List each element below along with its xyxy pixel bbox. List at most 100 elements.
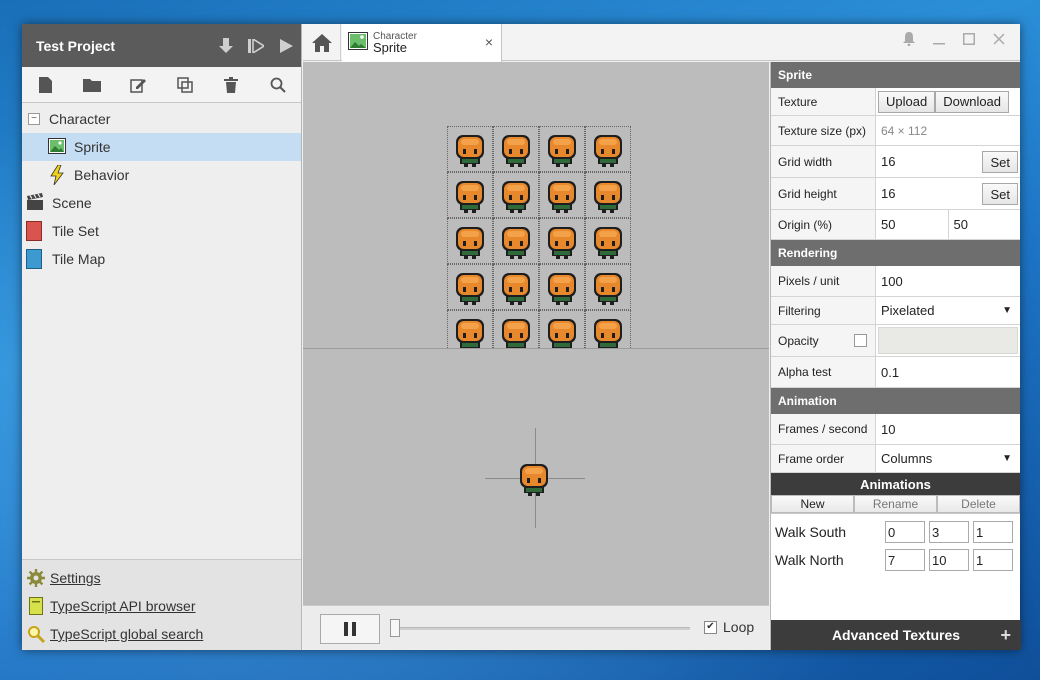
grid-height-field[interactable]: 16 Set [876,178,1020,209]
global-search-link-row[interactable]: TypeScript global search [22,620,301,648]
tab-title: Sprite [373,40,407,55]
tab-sprite[interactable]: Character Sprite × [342,24,502,62]
pause-icon [344,622,356,636]
animation-section-header: Animation [771,388,1020,414]
global-search-link[interactable]: TypeScript global search [50,626,203,642]
tree-item-sprite[interactable]: Sprite [22,133,301,161]
playback-bar: ✔ Loop [303,605,769,650]
download-button[interactable]: Download [935,90,1010,113]
sprite-frame [539,310,585,348]
frame-slider-thumb[interactable] [390,619,400,637]
search-icon[interactable] [263,70,293,100]
api-browser-link-row[interactable]: TypeScript API browser [22,592,301,620]
filtering-value: Pixelated [881,303,935,318]
animation-start-field[interactable]: 0 [885,521,925,543]
filtering-label: Filtering [771,297,876,324]
grid-width-field[interactable]: 16 Set [876,146,1020,177]
frame-order-select[interactable]: Columns ▼ [876,445,1020,472]
list-item[interactable]: Walk South 0 3 1 [771,518,1020,546]
animation-step-field[interactable]: 1 [973,521,1013,543]
magnifier-icon [26,624,46,644]
sidebar-links: Settings TypeScript API browser TypeScri… [22,559,301,650]
dropdown-arrow-icon: ▼ [1002,305,1012,316]
ppu-label: Pixels / unit [771,266,876,296]
collapse-icon[interactable]: − [28,113,40,125]
properties-panel: Sprite Texture Upload Download Texture s… [770,62,1021,650]
loop-checkbox[interactable]: ✔ [704,620,717,634]
animation-end-field[interactable]: 10 [929,549,969,571]
sprite-frame [585,218,631,264]
sprite-frame [447,310,493,348]
opacity-row: Opacity [771,325,1020,357]
tree-item-tilemap[interactable]: Tile Map [22,245,301,273]
sprite-icon [48,137,66,157]
plus-icon[interactable]: + [1000,625,1011,646]
origin-label: Origin (%) [771,210,876,239]
debug-run-icon[interactable] [241,24,271,67]
sprite-frame [493,126,539,172]
trash-icon[interactable] [216,70,246,100]
origin-y-field[interactable]: 50 [947,210,1021,239]
advanced-textures-header[interactable]: Advanced Textures + [771,620,1021,650]
origin-x-field[interactable]: 50 [881,210,948,239]
new-asset-icon[interactable] [30,70,60,100]
list-item[interactable]: Walk North 7 10 1 [771,546,1020,574]
filtering-select[interactable]: Pixelated ▼ [876,297,1020,324]
alpha-test-label: Alpha test [771,357,876,387]
bell-icon[interactable] [894,24,924,54]
window-controls [894,24,1014,54]
minimize-icon[interactable] [924,24,954,54]
settings-link[interactable]: Settings [50,570,101,586]
texture-size-row: Texture size (px) 64 × 112 [771,116,1020,146]
spritesheet-view[interactable] [303,62,769,349]
window-close-icon[interactable] [984,24,1014,54]
grid-height-set-button[interactable]: Set [982,183,1018,205]
animation-start-field[interactable]: 7 [885,549,925,571]
lightning-icon [48,164,66,186]
grid-height-value: 16 [881,186,896,201]
grid-width-set-button[interactable]: Set [982,151,1018,173]
fps-field[interactable]: 10 [876,414,1020,444]
opacity-checkbox[interactable] [854,334,867,347]
sprite-frame [493,218,539,264]
gear-icon [26,568,46,588]
animation-step-field[interactable]: 1 [973,549,1013,571]
sprite-frame [493,172,539,218]
animation-end-field[interactable]: 3 [929,521,969,543]
api-browser-link[interactable]: TypeScript API browser [50,598,196,614]
animation-name[interactable]: Walk South [775,524,885,540]
new-animation-button[interactable]: New [771,495,854,513]
close-icon[interactable]: × [485,34,493,50]
grid-width-label: Grid width [771,146,876,177]
duplicate-icon[interactable] [170,70,200,100]
upload-button[interactable]: Upload [878,90,936,113]
new-folder-icon[interactable] [77,70,107,100]
frame-slider-track[interactable] [395,627,690,630]
origin-fields: 50 50 [876,210,1020,239]
loop-toggle[interactable]: ✔ Loop [704,619,754,635]
fps-row: Frames / second 10 [771,414,1020,445]
clapperboard-icon [26,193,44,213]
alpha-test-field[interactable]: 0.1 [876,357,1020,387]
home-button[interactable] [303,24,341,61]
rename-animation-button[interactable]: Rename [854,495,937,513]
tileset-icon [26,221,44,241]
rename-icon[interactable] [123,70,153,100]
home-icon [311,33,332,52]
tree-item-character[interactable]: − Character [22,105,301,133]
delete-animation-button[interactable]: Delete [937,495,1020,513]
maximize-icon[interactable] [954,24,984,54]
sprite-frame [585,310,631,348]
tree-item-scene[interactable]: Scene [22,189,301,217]
loop-label: Loop [723,619,755,635]
tree-item-behavior[interactable]: Behavior [22,161,301,189]
pause-button[interactable] [320,614,380,644]
run-icon[interactable] [271,24,301,67]
tree-item-tileset[interactable]: Tile Set [22,217,301,245]
fps-label: Frames / second [771,414,876,444]
animation-name[interactable]: Walk North [775,552,885,568]
grid-height-row: Grid height 16 Set [771,178,1020,210]
settings-link-row[interactable]: Settings [22,564,301,592]
build-icon[interactable] [211,24,241,67]
ppu-field[interactable]: 100 [876,266,1020,296]
